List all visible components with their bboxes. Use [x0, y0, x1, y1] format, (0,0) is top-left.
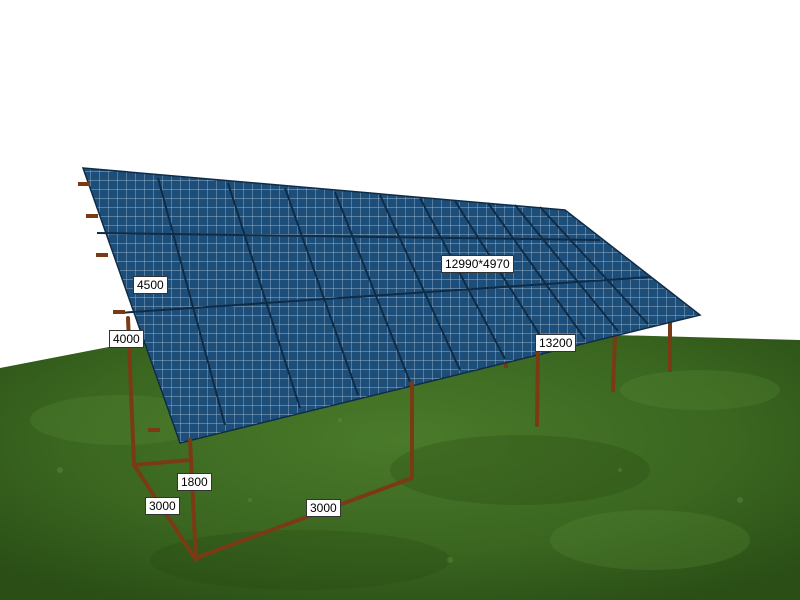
dimension-label-slope-length: 4500 [133, 276, 168, 294]
dimension-label-base-depth: 3000 [145, 497, 180, 515]
dimension-label-front-height: 4000 [109, 330, 144, 348]
dimension-label-post-spacing: 3000 [306, 499, 341, 517]
dimension-label-length: 13200 [535, 334, 577, 352]
dimension-label-rear-height: 1800 [177, 473, 212, 491]
dimension-label-array-size: 12990*4970 [441, 255, 514, 273]
solar-array-scene [0, 167, 800, 600]
